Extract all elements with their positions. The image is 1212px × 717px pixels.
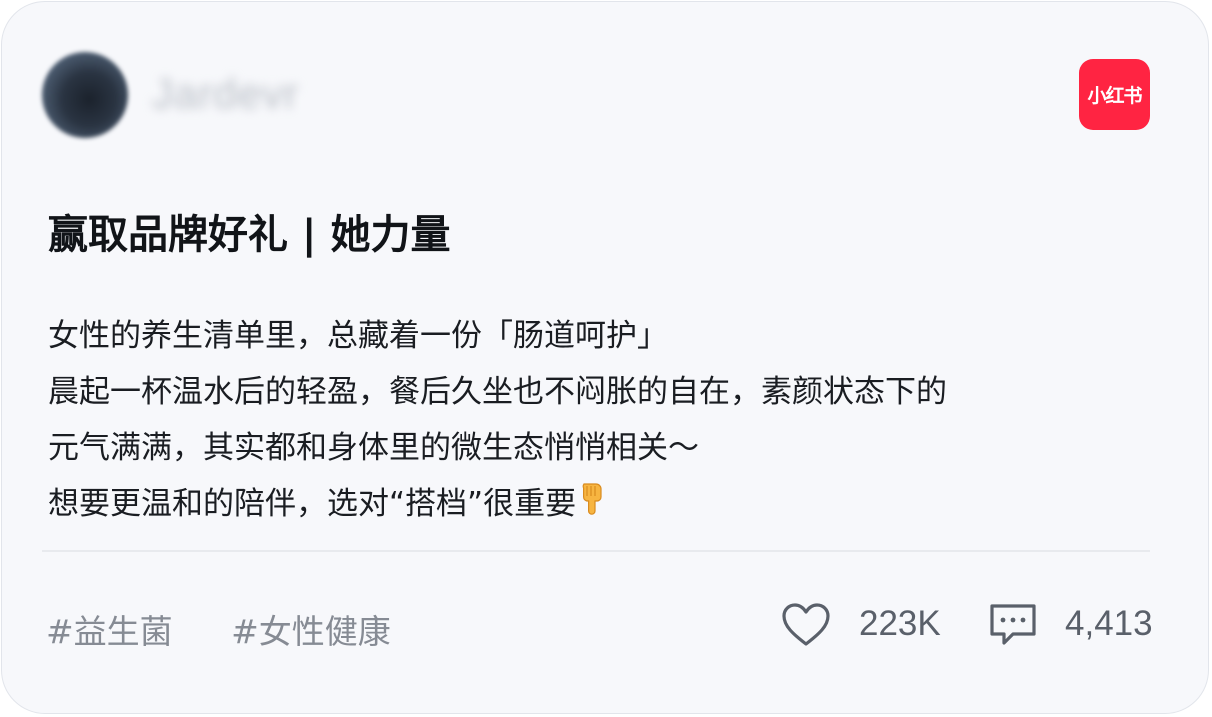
author-name[interactable]: Jardevr bbox=[152, 70, 299, 118]
tag-womens-health[interactable]: #女性健康 bbox=[231, 605, 391, 653]
tag-list: #益生菌 #女性健康 bbox=[46, 605, 439, 653]
logo-text: 小红书 bbox=[1087, 85, 1142, 107]
post-card: Jardevr 小红书 赢取品牌好礼 | 她力量 女性的养生清单里，总藏着一份「… bbox=[1, 1, 1209, 714]
comment-bubble-icon[interactable] bbox=[987, 602, 1039, 652]
post-title: 赢取品牌好礼 | 她力量 bbox=[48, 212, 451, 258]
post-body-line: 元气满满，其实都和身体里的微生态悄悄相关～ bbox=[48, 430, 699, 466]
xiaohongshu-logo[interactable]: 小红书 bbox=[1079, 59, 1150, 130]
heart-icon[interactable] bbox=[781, 602, 831, 652]
post-body-line: 女性的养生清单里，总藏着一份「肠道呵护」 bbox=[48, 318, 668, 354]
tag-probiotics[interactable]: #益生菌 bbox=[46, 605, 173, 653]
like-count: 223K bbox=[859, 604, 941, 643]
divider bbox=[42, 550, 1150, 552]
comment-count: 4,413 bbox=[1065, 604, 1153, 643]
post-body-line: 晨起一杯温水后的轻盈，餐后久坐也不闷胀的自在，素颜状态下的 bbox=[48, 374, 947, 410]
post-body-line-last: 想要更温和的陪伴，选对“搭档”很重要 bbox=[48, 476, 1158, 534]
avatar[interactable] bbox=[42, 52, 128, 138]
post-body-line: 想要更温和的陪伴，选对“搭档”很重要 bbox=[48, 486, 577, 522]
pointing-down-hand-icon bbox=[578, 478, 608, 534]
post-body: 女性的养生清单里，总藏着一份「肠道呵护」 晨起一杯温水后的轻盈，餐后久坐也不闷胀… bbox=[48, 308, 1158, 534]
